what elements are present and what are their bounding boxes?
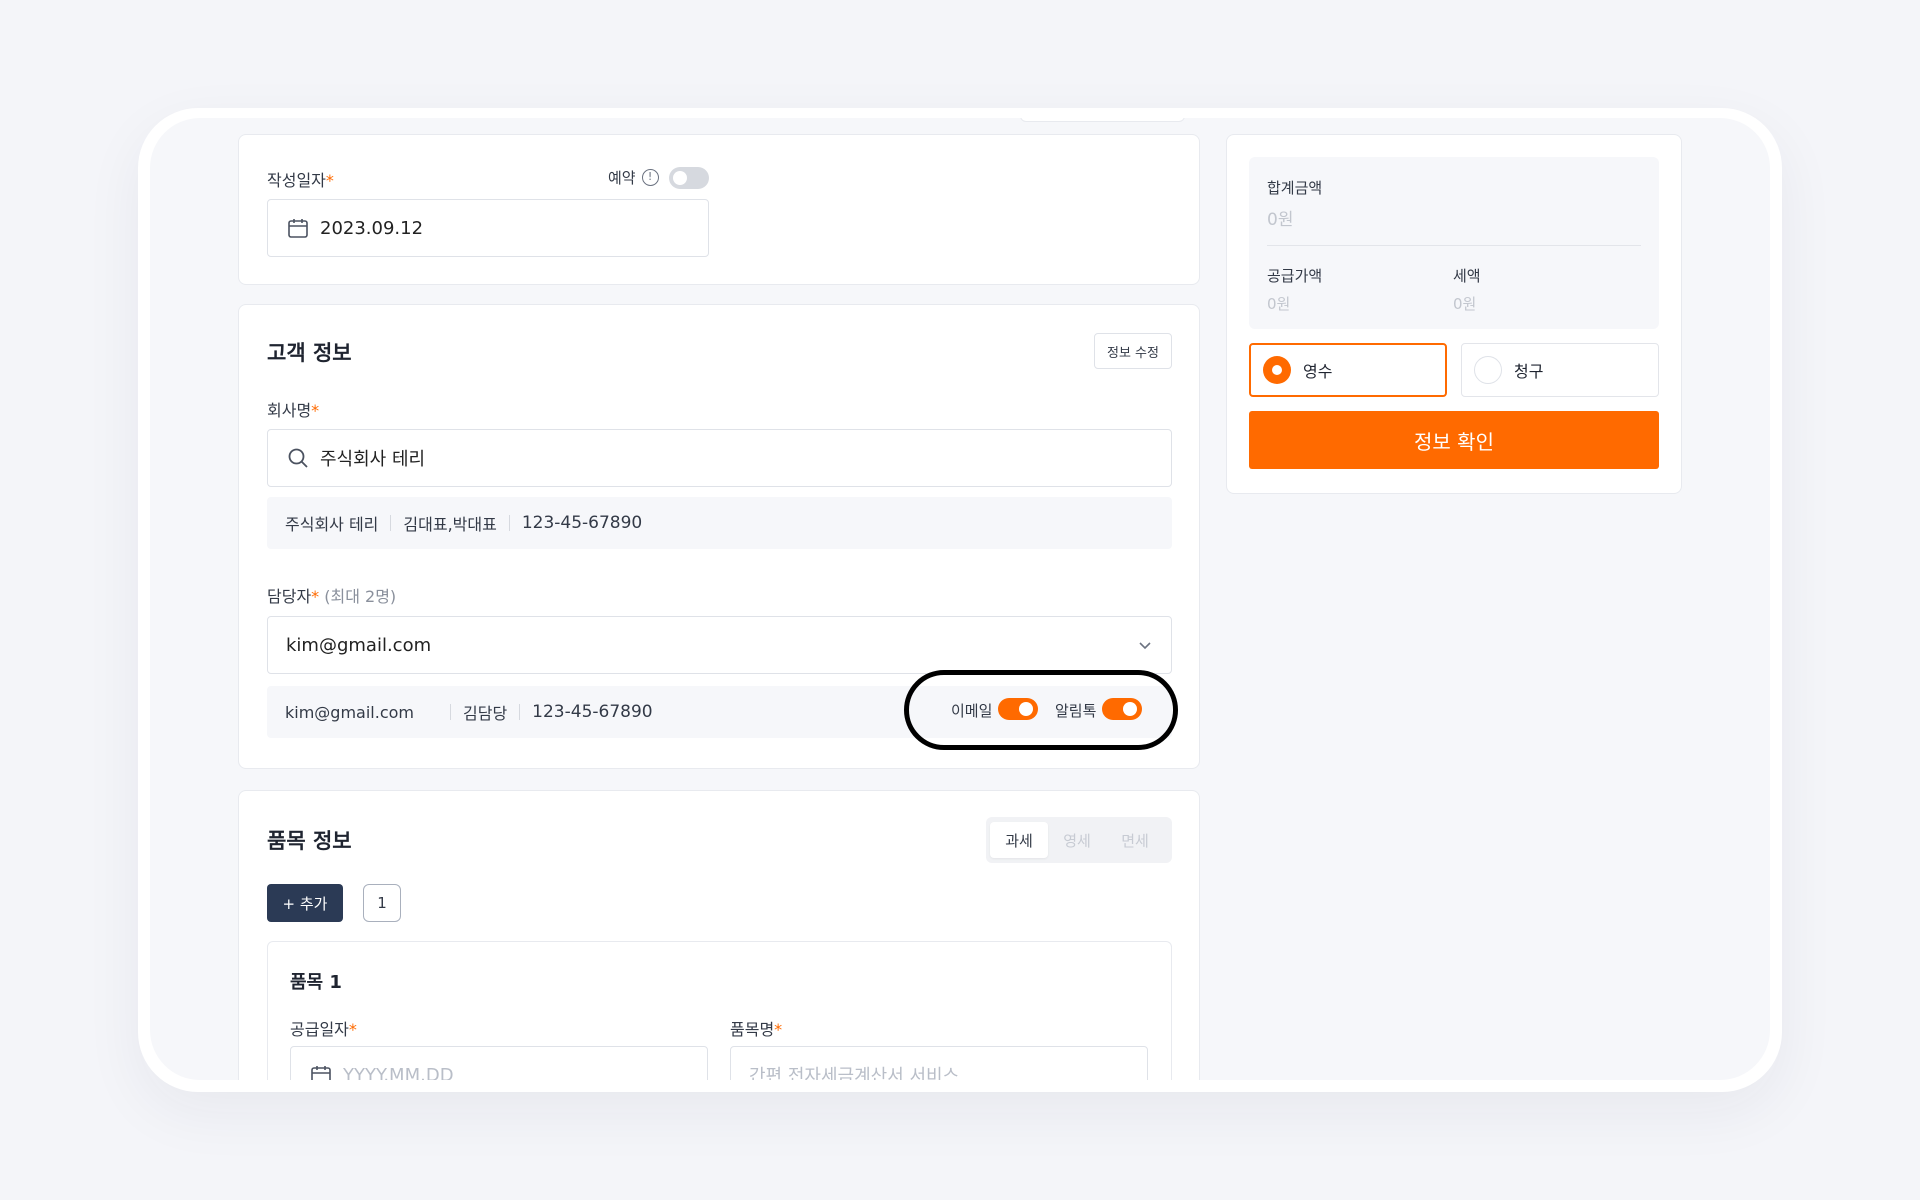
- tab-zero-rated[interactable]: 영세: [1048, 822, 1106, 858]
- item-count-badge[interactable]: 1: [363, 884, 401, 922]
- alimtalk-toggle[interactable]: [1102, 698, 1142, 720]
- claim-option-label: 청구: [1514, 362, 1544, 381]
- company-info-row: 주식회사 테리 김대표,박대표 123-45-67890: [267, 497, 1172, 549]
- items-title: 품목 정보: [267, 829, 352, 853]
- items-card: 품목 정보 과세 영세 면세 + 추가 1 품목 1 공급일자* YYYY.MM…: [238, 790, 1200, 1080]
- app-screen: 작성일자* 예약 ! 2023.09.12 고객 정보 정보 수정 회사명* 주…: [150, 118, 1770, 1080]
- summary-divider: [1267, 245, 1641, 246]
- item-name-input[interactable]: 간편 전자세금계산서 서비스: [730, 1046, 1148, 1080]
- add-item-button[interactable]: + 추가: [267, 884, 343, 922]
- date-value: 2023.09.12: [320, 217, 424, 239]
- calendar-icon: [288, 219, 308, 238]
- reserve-label: 예약 !: [608, 167, 659, 188]
- manager-name: 김담당: [463, 704, 508, 723]
- company-biz-no: 123-45-67890: [521, 513, 643, 533]
- supply-date-label: 공급일자*: [290, 1020, 357, 1039]
- company-reps: 김대표,박대표: [403, 515, 497, 534]
- company-name: 주식회사 테리: [285, 515, 379, 534]
- chevron-down-icon: [1139, 642, 1151, 650]
- manager-label: 담당자* (최대 2명): [267, 587, 397, 606]
- manager-email: kim@gmail.com: [285, 702, 414, 722]
- receipt-option-label: 영수: [1303, 362, 1333, 381]
- company-search-input[interactable]: 주식회사 테리: [267, 429, 1172, 487]
- reserve-toggle[interactable]: [669, 167, 709, 189]
- summary-totals: 합계금액 0원 공급가액 0원 세액 0원: [1249, 157, 1659, 329]
- radio-checked-icon: [1263, 356, 1291, 384]
- claim-option[interactable]: 청구: [1461, 343, 1659, 397]
- email-toggle-label: 이메일: [951, 702, 993, 720]
- item-name-placeholder: 간편 전자세금계산서 서비스: [749, 1066, 960, 1080]
- search-icon: [288, 448, 308, 468]
- manager-select-value: kim@gmail.com: [286, 634, 432, 656]
- supply-date-placeholder: YYYY.MM.DD: [343, 1064, 454, 1081]
- edit-info-button[interactable]: 정보 수정: [1094, 333, 1172, 369]
- item-panel: 품목 1 공급일자* YYYY.MM.DD 품목명* 간편 전자세금계산서 서비…: [267, 941, 1172, 1080]
- total-value: 0원: [1267, 210, 1294, 230]
- receipt-option[interactable]: 영수: [1249, 343, 1447, 397]
- company-label: 회사명*: [267, 401, 320, 420]
- date-card: 작성일자* 예약 ! 2023.09.12: [238, 134, 1200, 285]
- tax-amount-label: 세액: [1453, 267, 1481, 285]
- info-icon[interactable]: !: [641, 169, 659, 186]
- tab-tax-exempt[interactable]: 면세: [1106, 822, 1164, 858]
- date-label: 작성일자*: [267, 171, 334, 190]
- confirm-info-button[interactable]: 정보 확인: [1249, 411, 1659, 469]
- manager-phone: 123-45-67890: [532, 702, 653, 722]
- supply-date-input[interactable]: YYYY.MM.DD: [290, 1046, 708, 1080]
- total-label: 합계금액: [1267, 179, 1323, 197]
- radio-unchecked-icon: [1474, 356, 1502, 384]
- alimtalk-toggle-label: 알림톡: [1055, 702, 1097, 720]
- tax-amount-value: 0원: [1453, 295, 1477, 313]
- summary-card: 합계금액 0원 공급가액 0원 세액 0원 영수 청구 정보 확인: [1226, 134, 1682, 494]
- calendar-icon: [311, 1066, 331, 1080]
- item-title: 품목 1: [290, 972, 342, 993]
- tab-taxable[interactable]: 과세: [990, 822, 1048, 858]
- company-search-value: 주식회사 테리: [320, 449, 426, 470]
- customer-title: 고객 정보: [267, 341, 352, 365]
- item-name-label: 품목명*: [730, 1020, 783, 1039]
- manager-select[interactable]: kim@gmail.com: [267, 616, 1172, 674]
- date-input[interactable]: 2023.09.12: [267, 199, 709, 257]
- email-toggle[interactable]: [998, 698, 1038, 720]
- tax-type-segment: 과세 영세 면세: [986, 817, 1172, 863]
- supply-amount-value: 0원: [1267, 295, 1291, 313]
- supply-amount-label: 공급가액: [1267, 267, 1323, 285]
- customer-card: 고객 정보 정보 수정 회사명* 주식회사 테리 주식회사 테리 김대표,박대표…: [238, 304, 1200, 769]
- top-tab-remnant: [1020, 118, 1185, 122]
